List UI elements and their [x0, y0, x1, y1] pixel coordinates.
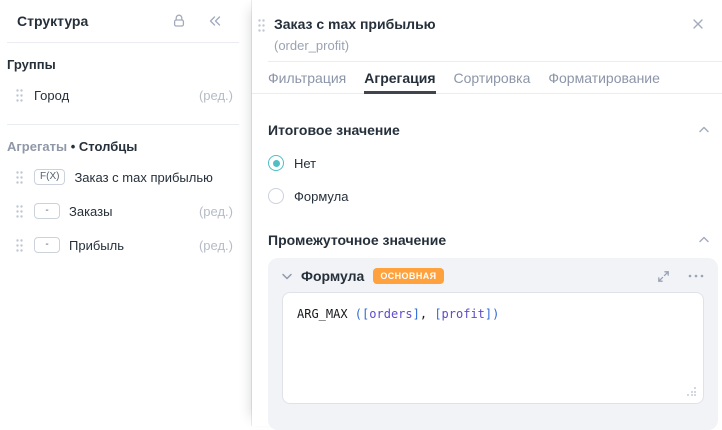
tab-bar: Фильтрация Агрегация Сортировка Форматир… — [252, 62, 722, 94]
tab-aggregation[interactable]: Агрегация — [364, 62, 436, 94]
structure-header: Структура — [0, 0, 251, 42]
intermediate-value-title: Промежуточное значение — [268, 232, 447, 248]
item-label: Заказ с max прибылью — [74, 169, 213, 185]
drag-handle-icon[interactable] — [16, 204, 23, 218]
radio-selected-icon[interactable] — [268, 155, 284, 171]
radio-option-formula[interactable]: Формула — [268, 188, 722, 204]
total-value-title: Итоговое значение — [268, 122, 400, 138]
code-token: ( — [354, 307, 363, 321]
tab-sorting[interactable]: Сортировка — [454, 62, 531, 93]
chevron-down-icon[interactable] — [281, 270, 293, 282]
code-token: profit — [441, 307, 485, 321]
sidebar-item-gorod[interactable]: Город (ред.) — [7, 80, 233, 110]
formula-card-title: Формула — [301, 268, 365, 284]
resize-grip-icon[interactable] — [687, 387, 696, 396]
radio-unselected-icon[interactable] — [268, 188, 284, 204]
item-label: Заказы — [69, 203, 113, 219]
panel-body: Итоговое значение Нет Формула Промежуточ… — [252, 122, 722, 430]
sidebar-item-order-profit[interactable]: F(X) Заказ с max прибылью — [7, 162, 233, 192]
edit-link[interactable]: (ред.) — [199, 238, 233, 253]
code-token: ARG_MAX — [297, 307, 355, 321]
main-formula-badge: ОСНОВНАЯ — [373, 268, 444, 284]
sidebar-item-zakazy[interactable]: - Заказы (ред.) — [7, 196, 233, 226]
tab-formatting[interactable]: Форматирование — [548, 62, 660, 93]
drag-handle-icon[interactable] — [16, 170, 23, 184]
code-token: ] — [412, 307, 420, 321]
collapse-double-chevron-left-icon[interactable] — [207, 13, 223, 29]
radio-label[interactable]: Формула — [294, 189, 348, 204]
expand-icon[interactable] — [656, 269, 671, 284]
panel-title: Заказ с max прибылью — [274, 16, 436, 32]
radio-option-none[interactable]: Нет — [268, 155, 722, 171]
panel-header: Заказ с max прибылью (order_profit) — [252, 0, 722, 61]
lock-icon[interactable] — [171, 13, 187, 29]
formula-code-editor[interactable]: ARG_MAX ([orders], [profit]) — [282, 292, 704, 404]
code-token: orders — [369, 307, 413, 321]
structure-title: Структура — [17, 13, 89, 29]
aggregates-title-separator: • — [70, 139, 76, 154]
total-value-section-header: Итоговое значение — [268, 122, 722, 138]
more-options-icon[interactable] — [688, 274, 704, 278]
aggregation-type-badge[interactable]: - — [34, 203, 60, 219]
drag-handle-icon[interactable] — [258, 19, 265, 32]
aggregation-type-badge[interactable]: F(X) — [34, 169, 66, 185]
sidebar-divider — [7, 42, 239, 43]
aggregates-section: Агрегаты • Столбцы F(X) Заказ с max приб… — [0, 139, 251, 260]
code-token: ) — [492, 307, 500, 321]
formula-card-header: Формула ОСНОВНАЯ — [268, 258, 718, 292]
structure-sidebar: Структура Группы Город (ред.) Агрегаты •… — [0, 0, 252, 426]
tab-filtering[interactable]: Фильтрация — [268, 62, 346, 93]
panel-header-text: Заказ с max прибылью (order_profit) — [274, 16, 436, 53]
aggregates-title-strong: Столбцы — [78, 139, 138, 154]
groups-section: Группы Город (ред.) — [0, 57, 251, 110]
aggregation-type-badge[interactable]: - — [34, 237, 60, 253]
code-token: , — [419, 307, 435, 321]
field-settings-panel: Заказ с max прибылью (order_profit) Филь… — [252, 0, 722, 430]
panel-subtitle: (order_profit) — [274, 38, 350, 53]
groups-section-title: Группы — [7, 57, 56, 72]
aggregates-title-muted: Агрегаты — [7, 139, 68, 154]
code-token: [ — [434, 307, 442, 321]
formula-code-line: ARG_MAX ([orders], [profit]) — [297, 306, 689, 322]
drag-handle-icon[interactable] — [16, 238, 23, 252]
aggregates-section-title: Агрегаты • Столбцы — [7, 139, 233, 154]
formula-card-actions — [656, 269, 704, 284]
edit-link[interactable]: (ред.) — [199, 204, 233, 219]
radio-label[interactable]: Нет — [294, 156, 316, 171]
chevron-up-icon[interactable] — [698, 124, 710, 136]
formula-card: Формула ОСНОВНАЯ ARG_MAX ([orders], [pro… — [268, 258, 718, 430]
drag-handle-icon[interactable] — [16, 88, 23, 102]
intermediate-value-section-header: Промежуточное значение — [268, 232, 722, 248]
item-label: Город — [34, 87, 70, 103]
edit-link[interactable]: (ред.) — [199, 88, 233, 103]
chevron-up-icon[interactable] — [698, 234, 710, 246]
sidebar-divider — [7, 124, 239, 125]
sidebar-item-pribyl[interactable]: - Прибыль (ред.) — [7, 230, 233, 260]
close-icon[interactable] — [690, 16, 706, 32]
item-label: Прибыль — [69, 237, 124, 253]
